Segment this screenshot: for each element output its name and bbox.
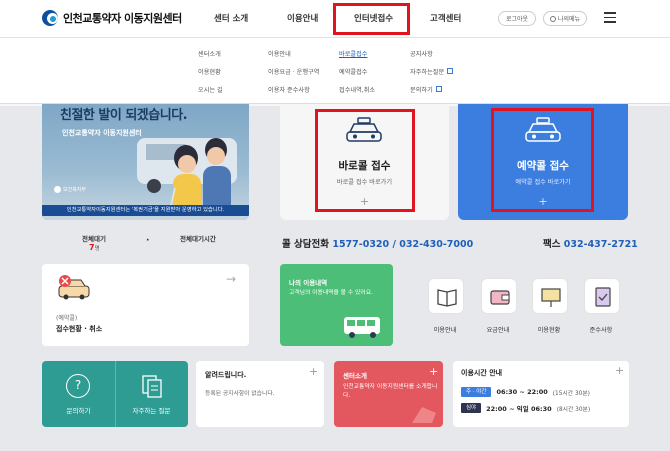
menu-directions[interactable]: 오시는 길 [198,85,223,94]
service-hours-title: 이용시간 안내 [461,369,503,377]
service-hours-card: 이용시간 안내 + 주 · 야간 06:30 ~ 22:00 (15시간 30분… [453,361,629,427]
menu-inquiry[interactable]: 문의하기 [410,85,442,94]
wait-time-label: 전체대기시간 [180,235,216,243]
menu-faq[interactable]: 자주하는질문 [410,67,454,76]
plus-icon[interactable]: + [615,364,624,377]
support-card: ? 문의하기 자주하는 질문 [42,361,188,427]
nav-usage-guide[interactable]: 이용안내 [287,12,318,24]
board-icon [541,288,561,307]
plus-icon[interactable]: + [309,365,318,378]
stats-dot: · [146,236,150,246]
call-center-phone: 콜 상담전화 1577-0320 / 032-430-7000 [282,236,473,250]
building-icon [412,407,436,423]
wait-count-unit: 명 [94,246,100,252]
menu-inquiry-label: 문의하기 [410,87,433,94]
menu-usage-guide[interactable]: 이용안내 [268,49,291,58]
usage-status-label[interactable]: 이용현황 [519,325,579,334]
fax-value: 032-437-2721 [563,239,638,250]
hours-row: 주 · 야간 06:30 ~ 22:00 (15시간 30분) [461,387,590,397]
inquiry-link[interactable]: 문의하기 [42,405,115,415]
hours-row: 심야 22:00 ~ 익일 06:30 (8시간 30분) [461,403,590,413]
menu-reserve-call[interactable]: 예약콜접수 [339,67,367,76]
nav-center-intro[interactable]: 센터 소개 [214,12,248,24]
highlight-box-reserve [491,108,594,212]
hours-tag-night: 심야 [461,403,482,413]
book-icon [437,289,457,307]
arrow-right-icon: → [226,272,237,286]
usage-guide-label[interactable]: 이용안내 [415,325,475,334]
notice-title: 알려드립니다. [205,371,247,379]
logo-text: 인천교통약자 이동지원센터 [63,12,182,25]
menu-baro-call[interactable]: 바로콜접수 [339,49,367,58]
wallet-icon [490,290,510,305]
menu-notice[interactable]: 공지사항 [410,49,433,58]
highlight-box-nav [333,3,410,35]
highlight-box-baro [315,109,415,212]
my-history-title: 나의 이용내역 [289,279,328,287]
menu-faq-label: 자주하는질문 [410,69,445,76]
menu-center-intro[interactable]: 센터소개 [198,49,221,58]
center-intro-title: 센터소개 [343,372,367,380]
my-history-desc: 고객님의 이용내역을 볼 수 있어요. [289,290,373,296]
hours-note: (15시간 30분) [552,390,590,397]
wait-count-label: 전체대기 [82,235,106,243]
user-icon [549,15,556,22]
notice-card[interactable]: 알려드립니다. + 등록된 공지사항이 없습니다. [196,361,324,427]
banner-caption: 인천교통약자이동지원센터는 '복권기금'을 지원받아 운영하고 있습니다. [42,205,249,216]
call-separator: / [389,239,400,250]
hours-tag-day: 주 · 야간 [461,387,492,397]
reservation-status-subtitle: (예약콜) [56,315,78,322]
center-intro-card[interactable]: 센터소개 + 인천교통약자 이동지원센터를 소개합니다. [334,361,443,427]
logout-button[interactable]: 로그아웃 [498,11,536,26]
plus-icon[interactable]: + [429,365,438,378]
wait-count: 7명 [89,243,100,252]
taxi-cancel-icon [58,275,90,300]
call-number-1: 1577-0320 [332,239,390,250]
fax-number: 팩스 032-437-2721 [543,236,638,250]
banner-title: 친절한 발이 되겠습니다. [60,108,188,123]
notice-empty-text: 등록된 공지사항이 없습니다. [205,391,275,397]
checklist-icon [595,287,611,307]
external-link-icon [447,68,454,74]
my-menu-button[interactable]: 나의메뉴 [543,11,587,26]
menu-history-cancel[interactable]: 접수내역,취소 [339,85,375,94]
fax-label: 팩스 [543,239,561,250]
call-number-2: 032-430-7000 [399,239,474,250]
hours-time: 22:00 ~ 익일 06:30 [486,405,552,413]
rules-icon-box[interactable] [584,278,620,314]
faq-link[interactable]: 자주하는 질문 [115,405,188,415]
menu-user-rules[interactable]: 이용자 준수사항 [268,85,310,94]
nav-customer-center[interactable]: 고객센터 [430,12,461,24]
question-icon[interactable]: ? [66,374,90,398]
fee-guide-icon-box[interactable] [481,278,517,314]
ministry-label: 보건복지부 [54,186,86,193]
my-history-card[interactable]: 나의 이용내역 고객님의 이용내역을 볼 수 있어요. [280,264,393,346]
rules-label[interactable]: 준수사항 [571,325,631,334]
ministry-name: 보건복지부 [63,187,87,193]
mega-menu: 센터소개 이용현황 오시는 길 이용안내 이용요금 · 운행구역 이용자 준수사… [0,38,670,104]
logo-icon [42,10,58,26]
my-menu-label: 나의메뉴 [557,16,581,23]
usage-guide-icon-box[interactable] [428,278,464,314]
document-icon[interactable] [140,374,164,398]
usage-status-icon-box[interactable] [532,278,568,314]
menu-usage-status[interactable]: 이용현황 [198,67,221,76]
reservation-status-title: 접수현황 · 취소 [56,325,103,333]
banner-subtitle: 인천교통약자 이동지원센터 [62,129,142,137]
reservation-status-card[interactable]: → (예약콜) 접수현황 · 취소 [42,264,249,346]
site-logo[interactable]: 인천교통약자 이동지원센터 [42,10,182,26]
hours-time: 06:30 ~ 22:00 [496,388,548,396]
menu-fee-area[interactable]: 이용요금 · 운행구역 [268,67,319,76]
divider [115,361,116,427]
call-label: 콜 상담전화 [282,239,330,250]
ministry-emblem-icon [54,186,61,193]
hamburger-menu-icon[interactable] [604,12,616,23]
hero-banner[interactable]: 친절한 발이 되겠습니다. 인천교통약자 이동지원센터 보건복지부 인천교통약자… [42,104,249,220]
van-icon [344,317,380,338]
hours-note: (8시간 30분) [556,406,591,413]
external-link-icon [435,86,442,92]
